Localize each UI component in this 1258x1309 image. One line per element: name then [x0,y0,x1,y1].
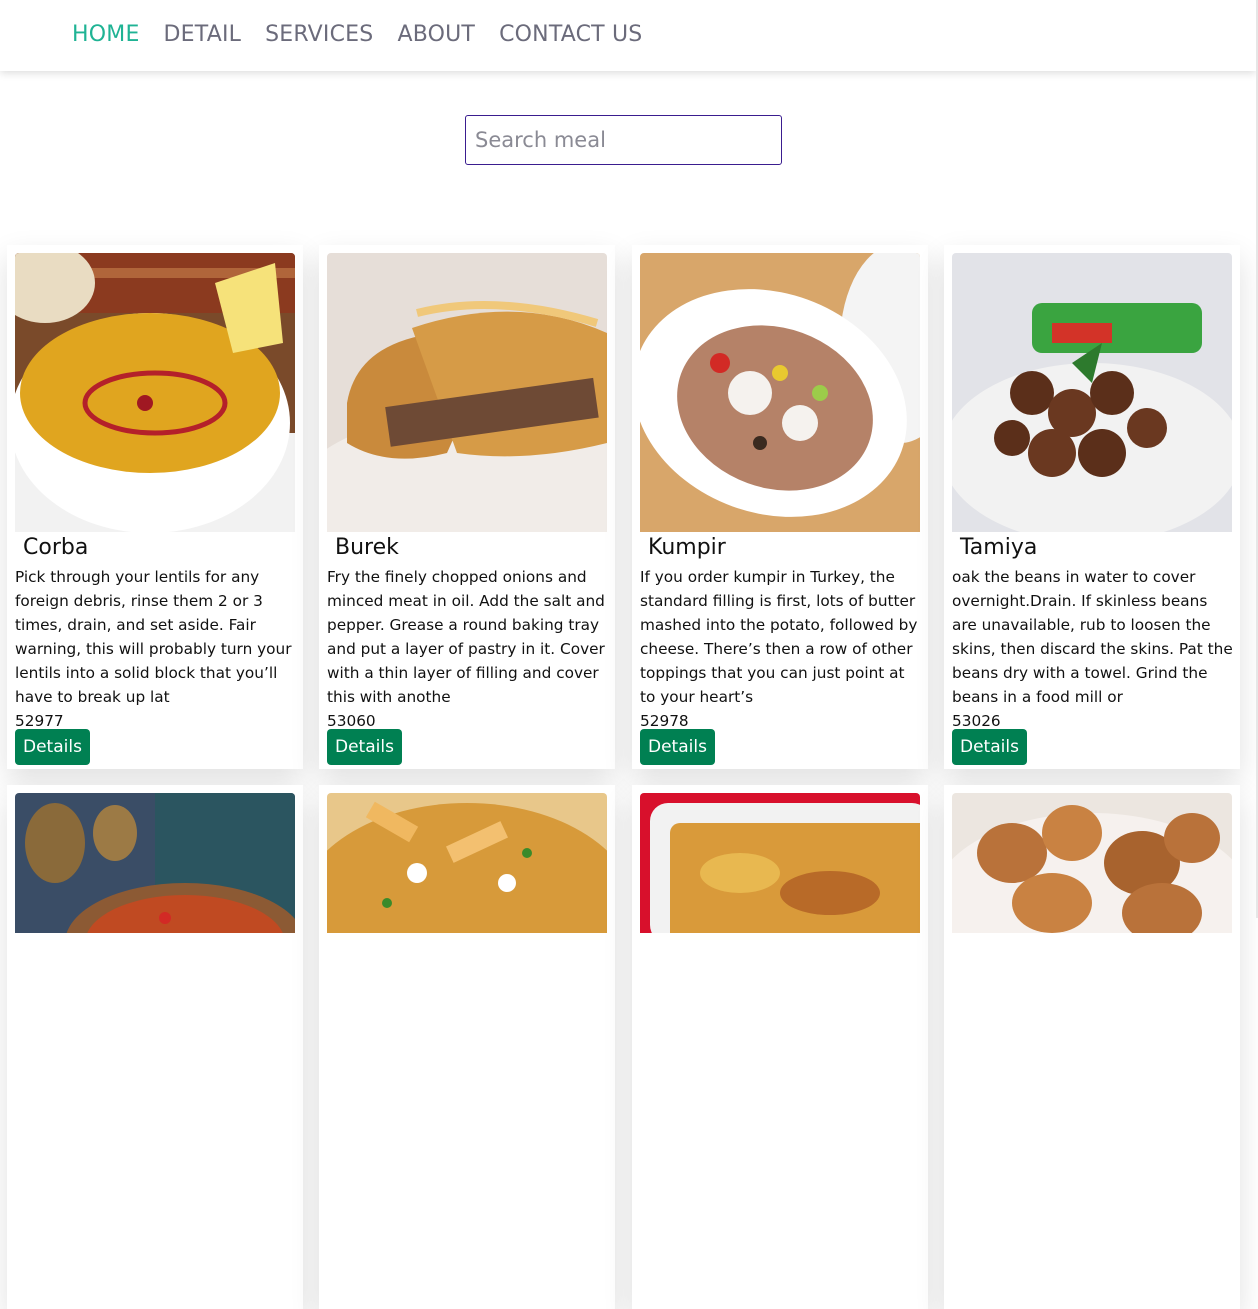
nav-about[interactable]: ABOUT [397,20,475,50]
falafel-plate-image [952,253,1232,532]
meal-title: Corba [23,535,89,560]
meal-image [327,793,607,933]
nav-links: HOME DETAIL SERVICES ABOUT CONTACT US [72,20,666,50]
search-meal-input[interactable] [465,115,782,165]
soup-tray-image [15,793,295,933]
nav-contact-us[interactable]: CONTACT US [499,20,642,50]
soup-bowl-image [15,253,295,532]
nav-detail[interactable]: DETAIL [164,20,242,50]
details-button[interactable]: Details [15,729,90,765]
meal-card-row2-3 [632,785,928,1309]
meal-image-corba [15,253,295,532]
meal-card-burek: Burek Fry the finely chopped onions and … [319,245,615,769]
meal-image-tamiya [952,253,1232,532]
lasagne-image [640,793,920,933]
meal-title: Tamiya [960,535,1038,560]
meal-card-tamiya: Tamiya oak the beans in water to cover o… [944,245,1240,769]
meal-image-burek [327,253,607,532]
meal-image [952,793,1232,933]
meal-card-corba: Corba Pick through your lentils for any … [7,245,303,769]
meal-title: Kumpir [648,535,726,560]
meal-card-row2-2 [319,785,615,1309]
poutine-image [327,793,607,933]
meal-image [640,793,920,933]
top-navbar: HOME DETAIL SERVICES ABOUT CONTACT US [0,0,1256,71]
meal-description: oak the beans in water to cover overnigh… [952,568,1233,706]
kumpir-potato-image [640,253,920,532]
pastry-balls-image [952,793,1232,933]
meal-image [15,793,295,933]
meal-image-kumpir [640,253,920,532]
meal-card-kumpir: Kumpir If you order kumpir in Turkey, th… [632,245,928,769]
details-button[interactable]: Details [640,729,715,765]
details-button[interactable]: Details [952,729,1027,765]
nav-home[interactable]: HOME [72,20,140,50]
nav-services[interactable]: SERVICES [265,20,373,50]
meal-description: If you order kumpir in Turkey, the stand… [640,568,918,706]
meal-card-row2-1 [7,785,303,1309]
meal-title: Burek [335,535,399,560]
burek-pastry-image [327,253,607,532]
meal-description: Pick through your lentils for any foreig… [15,568,292,706]
meal-card-row2-4 [944,785,1240,1309]
meal-description: Fry the finely chopped onions and minced… [327,568,605,706]
details-button[interactable]: Details [327,729,402,765]
